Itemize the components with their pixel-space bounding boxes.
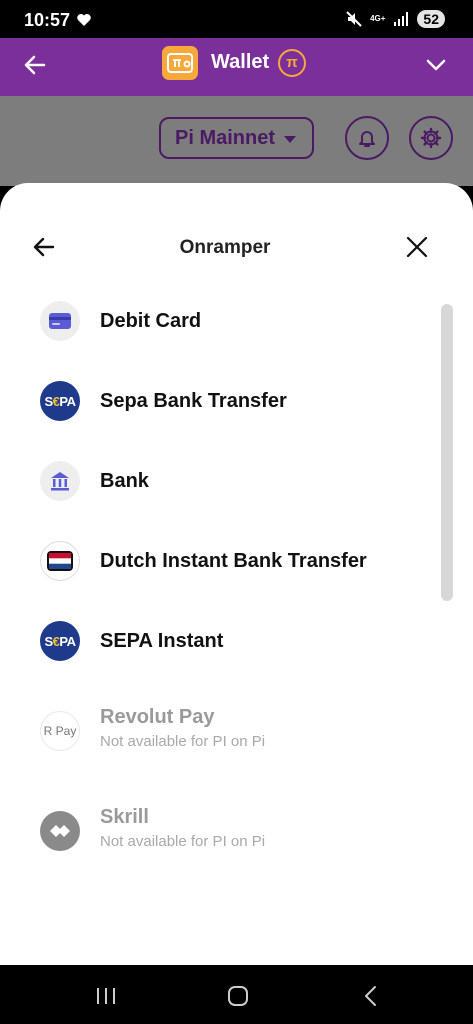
sepa-icon: S € PA	[40, 381, 80, 421]
caret-down-icon	[284, 136, 296, 143]
method-dutch-instant-bank-transfer[interactable]: Dutch Instant Bank Transfer	[40, 541, 430, 601]
debit-card-icon	[40, 301, 80, 341]
sheet-title: Onramper	[179, 237, 271, 258]
method-label: Skrill	[100, 806, 149, 828]
network-select-label: Pi Mainnet	[175, 126, 276, 149]
back-arrow-icon[interactable]	[22, 52, 48, 78]
gear-icon	[420, 127, 442, 149]
toolbar-overlay: Pi Mainnet	[0, 96, 473, 186]
method-label: Dutch Instant Bank Transfer	[100, 550, 367, 572]
recent-apps-icon[interactable]	[92, 982, 120, 1010]
notifications-button[interactable]	[345, 116, 389, 160]
status-time: 10:57	[24, 10, 71, 30]
chevron-down-icon[interactable]	[425, 54, 447, 76]
sepa-icon: S € PA	[40, 621, 80, 661]
method-skrill: Skrill Not available for PI on Pi	[40, 806, 430, 871]
status-bar: 10:57 4G+ 52	[0, 0, 473, 38]
page-title: Wallet	[211, 51, 270, 73]
method-unavailable-note: Not available for PI on Pi	[100, 833, 266, 850]
home-icon[interactable]	[224, 982, 252, 1010]
signal-icon	[394, 12, 409, 26]
network-select[interactable]: Pi Mainnet	[159, 117, 314, 159]
method-sepa-instant[interactable]: S € PA SEPA Instant	[40, 621, 430, 681]
system-nav-bar	[0, 965, 473, 1024]
battery-badge: 52	[417, 10, 445, 28]
bell-icon	[359, 131, 375, 147]
netherlands-flag-icon	[40, 541, 80, 581]
skrill-icon	[40, 811, 80, 851]
network-type: 4G+	[370, 14, 386, 23]
onramper-sheet: Onramper Debit Card S € PA Sepa Bank Trans…	[0, 183, 473, 965]
method-sepa-bank-transfer[interactable]: S € PA Sepa Bank Transfer	[40, 381, 430, 441]
method-label: Sepa Bank Transfer	[100, 390, 287, 412]
back-icon[interactable]	[357, 982, 385, 1010]
app-header: Wallet π	[0, 38, 473, 96]
method-label: Revolut Pay	[100, 706, 215, 728]
method-label: Debit Card	[100, 310, 202, 332]
wallet-logo-icon	[162, 46, 198, 80]
method-revolut-pay: R Pay Revolut Pay Not available for PI o…	[40, 706, 430, 771]
heart-icon	[77, 14, 91, 26]
method-label: SEPA Instant	[100, 630, 224, 652]
status-indicators: 4G+ 52	[346, 10, 445, 28]
pi-coin-icon: π	[278, 49, 306, 77]
close-icon[interactable]	[406, 236, 428, 258]
settings-button[interactable]	[409, 116, 453, 160]
mute-icon	[346, 11, 362, 27]
method-bank[interactable]: Bank	[40, 461, 430, 521]
method-label: Bank	[100, 470, 149, 492]
method-unavailable-note: Not available for PI on Pi	[100, 733, 266, 750]
method-debit-card[interactable]: Debit Card	[40, 301, 430, 361]
revolut-pay-icon: R Pay	[40, 711, 80, 751]
bank-icon	[40, 461, 80, 501]
scrollbar[interactable]	[441, 304, 453, 601]
